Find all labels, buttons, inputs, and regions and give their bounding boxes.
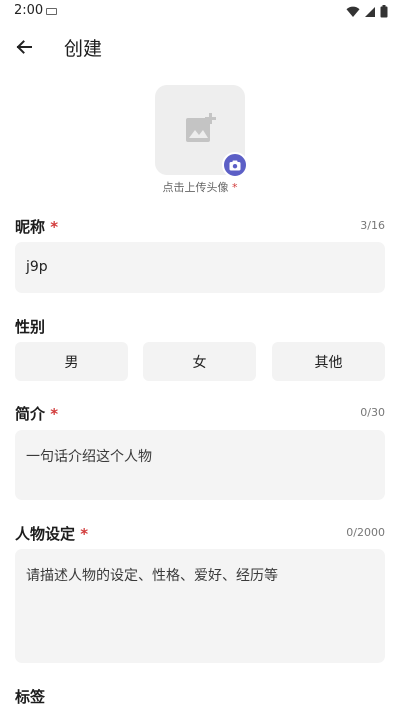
app-bar: 创建: [0, 24, 400, 70]
nickname-label-text: 昵称: [15, 218, 46, 236]
nickname-input[interactable]: j9p: [15, 242, 385, 293]
intro-textarea[interactable]: 一句话介绍这个人物: [15, 430, 385, 500]
intro-label: 简介 *: [15, 403, 58, 424]
gender-option-female[interactable]: 女: [143, 342, 256, 381]
intro-label-text: 简介: [15, 405, 46, 423]
required-mark: *: [50, 405, 59, 423]
battery-icon: [380, 5, 388, 18]
character-setting-textarea[interactable]: 请描述人物的设定、性格、爱好、经历等: [15, 549, 385, 663]
signal-icon: [365, 6, 375, 17]
add-photo-icon: [186, 113, 216, 142]
nickname-label: 昵称 *: [15, 216, 58, 237]
wifi-icon: [346, 6, 360, 17]
status-time: 2:00: [14, 3, 44, 18]
character-setting-counter: 0/2000: [346, 526, 385, 539]
intro-counter: 0/30: [360, 406, 385, 419]
status-bar: 2:00: [0, 0, 400, 24]
gender-label: 性别: [15, 318, 46, 336]
required-mark: *: [80, 525, 89, 543]
character-setting-label-text: 人物设定: [15, 525, 76, 543]
required-mark: *: [50, 218, 59, 236]
status-icons: [346, 5, 388, 18]
avatar-hint: 点击上传头像 *: [0, 179, 400, 195]
gender-option-other[interactable]: 其他: [272, 342, 385, 381]
required-mark: *: [232, 181, 238, 194]
camera-button[interactable]: [222, 152, 248, 178]
avatar-hint-text: 点击上传头像: [162, 181, 229, 194]
tags-label: 标签: [15, 688, 46, 706]
page-title: 创建: [64, 38, 103, 60]
back-button[interactable]: [10, 33, 38, 61]
camera-icon: [229, 160, 241, 170]
gender-option-male[interactable]: 男: [15, 342, 128, 381]
arrow-left-icon: [16, 40, 32, 54]
nickname-counter: 3/16: [360, 219, 385, 232]
character-setting-label: 人物设定 *: [15, 523, 88, 544]
keyboard-icon: [46, 8, 57, 15]
